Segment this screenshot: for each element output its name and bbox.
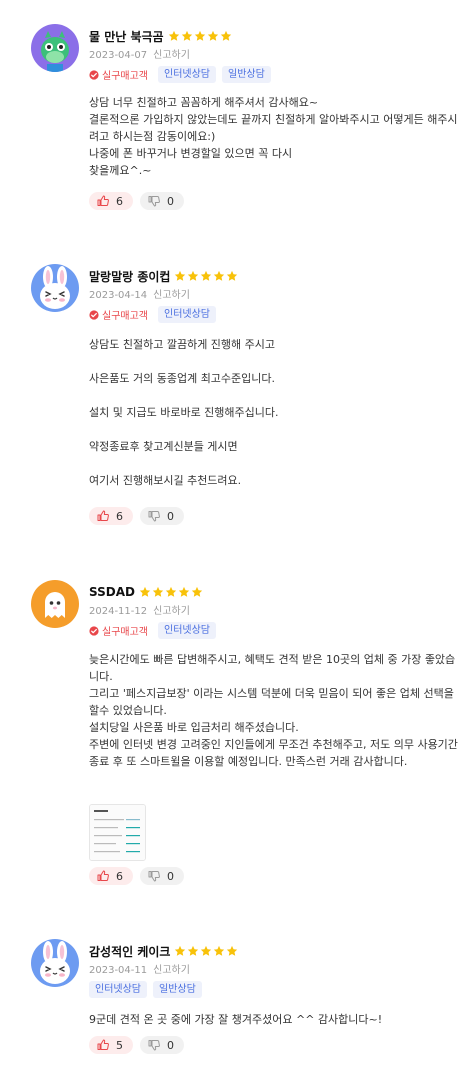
avatar [31,939,79,987]
dislike-button[interactable]: 0 [140,507,184,525]
star-icon [191,586,203,598]
star-icon [194,30,206,42]
dislike-button[interactable]: 0 [140,867,184,885]
thumbs-down-icon [148,195,160,207]
tag-badge: 인터넷상담 [158,66,216,83]
green-dragon-icon [31,24,79,72]
thumbs-up-icon [97,1039,109,1051]
star-icon [220,30,232,42]
report-link[interactable]: 신고하기 [153,290,190,301]
star-icon [200,270,212,282]
star-icon [168,30,180,42]
rating-stars [174,945,238,957]
like-button[interactable]: 6 [89,867,133,885]
star-icon [174,270,186,282]
verified-buyer-badge: 실구매고객 [89,623,148,638]
check-circle-icon [89,70,99,80]
avatar [31,580,79,628]
rating-stars [139,586,203,598]
report-link[interactable]: 신고하기 [153,965,190,976]
avatar [31,264,79,312]
thumbs-up-icon [97,195,109,207]
star-icon [213,945,225,957]
check-circle-icon [89,310,99,320]
dislike-count: 0 [167,509,174,523]
tag-badge: 일반상담 [222,66,271,83]
like-button[interactable]: 6 [89,192,133,210]
report-link[interactable]: 신고하기 [153,606,190,617]
tag-badge: 인터넷상담 [158,306,216,323]
like-count: 6 [116,194,123,208]
star-icon [226,270,238,282]
avatar [31,24,79,72]
tag-badge: 일반상담 [153,981,202,998]
star-icon [165,586,177,598]
like-button[interactable]: 6 [89,507,133,525]
thumbs-down-icon [148,510,160,522]
verified-buyer-badge: 실구매고객 [89,67,148,82]
verified-buyer-badge: 실구매고객 [89,307,148,322]
dislike-button[interactable]: 0 [140,1036,184,1054]
rating-stars [168,30,232,42]
bunny-icon [31,939,79,987]
like-count: 6 [116,869,123,883]
reviewer-name: 감성적인 케이크 [89,944,171,959]
receipt-image [90,805,145,860]
star-icon [213,270,225,282]
star-icon [181,30,193,42]
thumbs-up-icon [97,870,109,882]
thumbs-down-icon [148,1039,160,1051]
rating-stars [174,270,238,282]
tag-badge: 인터넷상담 [158,622,216,639]
ghost-icon [31,580,79,628]
dislike-button[interactable]: 0 [140,192,184,210]
like-count: 5 [116,1038,123,1052]
like-button[interactable]: 5 [89,1036,133,1054]
dislike-count: 0 [167,194,174,208]
review-date: 2023-04-11 [89,965,148,976]
dislike-count: 0 [167,869,174,883]
tag-badge: 인터넷상담 [89,981,147,998]
review-body: 9군데 견적 온 곳 중에 가장 잘 챙겨주셨어요 ^^ 감사합니다~! [89,1013,383,1026]
star-icon [152,586,164,598]
review-body: 상담도 친절하고 깔끔하게 진행해 주시고 사은품도 거의 동종업계 최고수준입… [89,338,279,487]
bunny-icon [31,264,79,312]
check-circle-icon [89,626,99,636]
star-icon [200,945,212,957]
star-icon [207,30,219,42]
review-date: 2023-04-07 [89,50,148,61]
star-icon [139,586,151,598]
reviewer-name: 물 만난 북극곰 [89,29,164,44]
thumbs-up-icon [97,510,109,522]
review-body: 상담 너무 친절하고 꼼꼼하게 해주셔서 감사해요~ 결론적으론 가입하지 않았… [89,96,458,177]
review-body: 늦은시간에도 빠른 답변해주시고, 혜택도 견적 받은 10곳의 업체 중 가장… [89,653,458,768]
report-link[interactable]: 신고하기 [153,50,190,61]
reviewer-name: 말랑말랑 종이컵 [89,269,171,284]
like-count: 6 [116,509,123,523]
star-icon [226,945,238,957]
star-icon [178,586,190,598]
star-icon [174,945,186,957]
star-icon [187,270,199,282]
thumbs-down-icon [148,870,160,882]
reviewer-name: SSDAD [89,585,135,599]
review-date: 2024-11-12 [89,606,148,617]
review-photo-thumbnail[interactable] [89,804,146,861]
dislike-count: 0 [167,1038,174,1052]
star-icon [187,945,199,957]
review-date: 2023-04-14 [89,290,148,301]
